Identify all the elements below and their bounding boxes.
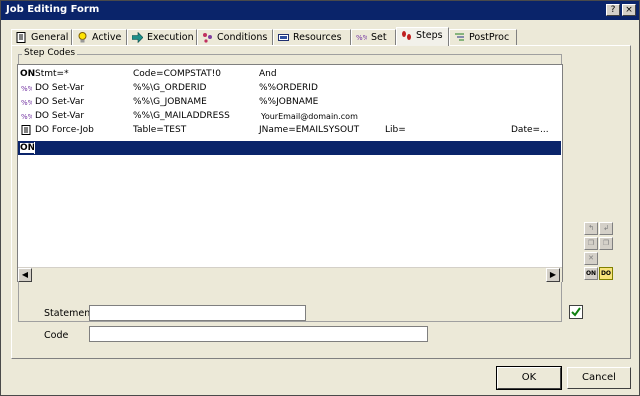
row-cell-action: DO Set-Var — [35, 97, 85, 107]
set-var-icon: %% — [21, 85, 32, 93]
tab-label: Steps — [416, 30, 443, 41]
tab-label: General — [31, 32, 69, 43]
row-cell-variable: %%\G_MAILADDRESS — [133, 111, 230, 121]
list-item[interactable]: %% DO Set-Var %%\G_MAILADDRESS YourEmail… — [18, 109, 561, 123]
scroll-right-button[interactable]: ▶ — [546, 268, 560, 282]
tab-label: Conditions — [217, 32, 268, 43]
svg-text:%%: %% — [21, 85, 32, 93]
tab-conditions[interactable]: Conditions — [197, 29, 273, 45]
tab-resources[interactable]: Resources — [273, 29, 351, 45]
resources-icon — [278, 34, 289, 41]
set-var-icon: %% — [21, 113, 32, 121]
tab-label: Active — [92, 32, 122, 43]
title-bar[interactable]: Job Editing Form ? × — [1, 1, 639, 20]
text-cursor — [34, 142, 35, 154]
tab-postproc[interactable]: PostProc — [449, 29, 517, 45]
list-item[interactable]: %% DO Set-Var %%\G_ORDERID %%ORDERID — [18, 81, 561, 95]
step-codes-label: Step Codes — [22, 48, 78, 58]
row-cell-action: DO Set-Var — [35, 83, 85, 93]
tab-label: Resources — [293, 32, 342, 43]
step-codes-list[interactable]: ON Stmt=* Code=COMPSTAT!0 And %% DO Set-… — [17, 64, 563, 282]
ok-button[interactable]: OK — [496, 366, 562, 390]
code-label: Code — [44, 330, 69, 341]
row-cell-statement: Stmt=* — [35, 69, 69, 79]
move-down-button[interactable]: ↲ — [599, 222, 613, 235]
statement-label: Statement — [44, 308, 94, 319]
list-item[interactable]: ON Stmt=* Code=COMPSTAT!0 And — [18, 67, 561, 81]
tab-steps[interactable]: Steps — [396, 27, 449, 46]
document-icon — [21, 125, 31, 135]
svg-text:%%: %% — [21, 113, 32, 121]
row-cell-code: Code=COMPSTAT!0 — [133, 69, 221, 79]
tab-label: Set — [371, 32, 387, 43]
row-cell-variable: %%\G_JOBNAME — [133, 97, 207, 107]
on-label: ON — [20, 143, 36, 153]
window-title: Job Editing Form — [6, 4, 100, 15]
list-item[interactable]: DO Force-Job Table=TEST JName=EMAILSYSOU… — [18, 123, 561, 137]
list-item-selected[interactable]: ON — [18, 141, 561, 155]
scroll-left-button[interactable]: ◀ — [18, 268, 32, 282]
help-button[interactable]: ? — [606, 4, 620, 16]
copy-button[interactable]: ❐ — [584, 237, 598, 250]
list-item[interactable]: %% DO Set-Var %%\G_JOBNAME %%JOBNAME — [18, 95, 561, 109]
row-cell-date: Date=... — [511, 125, 549, 135]
row-cell-lib: Lib= — [385, 125, 406, 135]
row-cell-action: DO Force-Job — [35, 125, 94, 135]
set-var-icon: %% — [21, 99, 32, 107]
postproc-icon — [455, 33, 464, 41]
row-cell-and: And — [259, 69, 277, 79]
apply-checkmark-button[interactable] — [569, 305, 583, 319]
tab-execution[interactable]: Execution — [127, 29, 197, 45]
set-var-icon: %% — [356, 34, 367, 42]
row-cell-variable: %%\G_ORDERID — [133, 83, 207, 93]
horizontal-scrollbar[interactable]: ◀ ▶ — [18, 267, 562, 282]
add-do-button[interactable]: DO — [599, 267, 613, 280]
footsteps-icon — [402, 31, 411, 40]
tab-active[interactable]: Active — [72, 29, 127, 45]
code-field[interactable] — [89, 326, 428, 342]
conditions-icon — [203, 33, 212, 43]
row-cell-value: YourEmail@domain.com — [261, 112, 358, 121]
row-cell-jname: JName=EMAILSYSOUT — [259, 125, 360, 135]
svg-text:%%: %% — [356, 34, 367, 42]
tab-set[interactable]: %% Set — [351, 29, 396, 45]
add-on-button[interactable]: ON — [584, 267, 598, 280]
row-cell-value: %%ORDERID — [259, 83, 318, 93]
arrow-right-icon — [132, 32, 143, 43]
job-editing-window: Job Editing Form ? × General Active Exec… — [0, 0, 640, 396]
close-button[interactable]: × — [622, 4, 636, 16]
tab-label: Execution — [147, 32, 194, 43]
tab-general[interactable]: General — [11, 29, 72, 45]
row-cell-table: Table=TEST — [133, 125, 187, 135]
tab-label: PostProc — [469, 32, 510, 43]
paste-button[interactable]: ❐ — [599, 237, 613, 250]
on-label: ON — [20, 69, 36, 79]
cancel-button[interactable]: Cancel — [567, 367, 631, 389]
svg-text:%%: %% — [21, 99, 32, 107]
row-cell-action: DO Set-Var — [35, 111, 85, 121]
statement-field[interactable] — [89, 305, 306, 321]
move-up-button[interactable]: ↰ — [584, 222, 598, 235]
delete-button[interactable]: ✕ — [584, 252, 598, 265]
lightbulb-icon — [78, 32, 87, 43]
document-icon — [16, 32, 26, 43]
checkmark-icon — [571, 307, 581, 317]
row-cell-value: %%JOBNAME — [259, 97, 319, 107]
